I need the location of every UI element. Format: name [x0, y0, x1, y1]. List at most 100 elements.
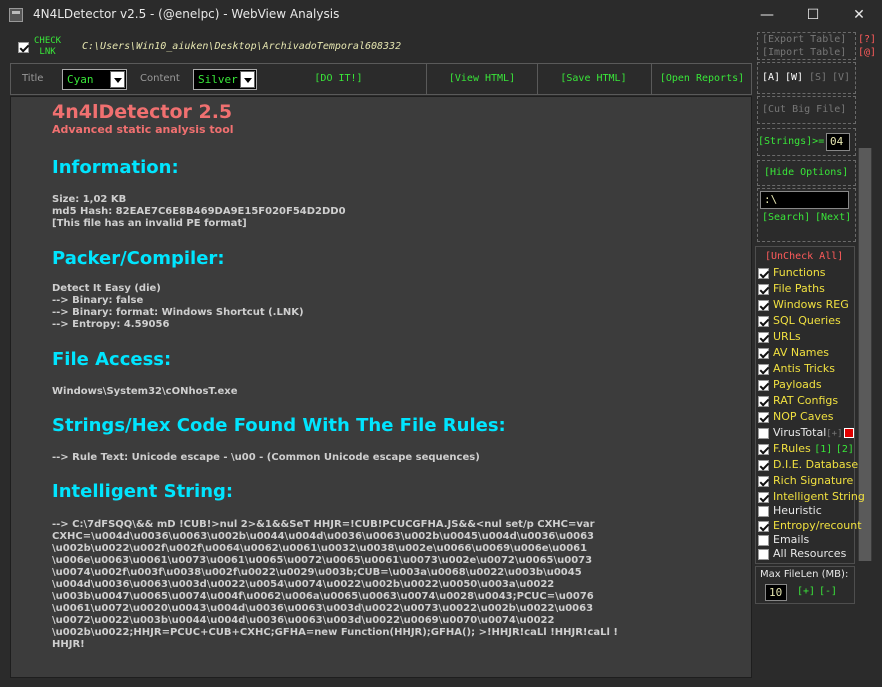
max-filelen-plus-button[interactable]: [+]	[797, 586, 815, 597]
option-checkbox[interactable]	[758, 379, 769, 391]
packer-line: --> Binary: false	[52, 295, 144, 306]
window-title: 4N4LDetector v2.5 - (@enelpc) - WebView …	[33, 7, 340, 21]
intelligent-string-line: \u0072\u0022\u003b\u0044\u004d\u0036\u00…	[52, 615, 555, 626]
search-button[interactable]: [Search]	[762, 212, 810, 223]
app-icon	[9, 8, 23, 22]
option-label: Antis Tricks	[773, 362, 835, 375]
option-checkbox[interactable]	[758, 347, 769, 359]
option-checkbox[interactable]	[758, 475, 769, 487]
report-webview[interactable]: 4n4lDetector 2.5 Advanced static analysi…	[10, 96, 752, 678]
option-checkbox[interactable]	[758, 395, 769, 407]
intelligent-string-line: HHJR!	[52, 639, 85, 650]
option-payloads[interactable]: Payloads	[758, 377, 822, 393]
option-checkbox[interactable]	[758, 520, 769, 532]
intelligent-string-line: \u003b\u0047\u0065\u0074\u004f\u0062\u00…	[52, 591, 594, 602]
option-label: F.Rules	[773, 442, 811, 455]
option-checkbox[interactable]	[758, 299, 769, 311]
intelligent-string-line: --> C:\7dFSQQ\&& mD !CUB!>nul 2>&1&&SeT …	[52, 519, 595, 530]
path-bar: CHECK LNK C:\Users\Win10_aiuken\Desktop\…	[0, 31, 752, 63]
report-title: 4n4lDetector 2.5	[52, 101, 233, 123]
option-checkbox[interactable]	[758, 411, 769, 423]
v-toggle[interactable]: [V]	[832, 72, 850, 83]
cut-big-file-button[interactable]: [Cut Big File]	[762, 104, 846, 115]
at-button[interactable]: [@]	[858, 47, 876, 58]
option-all-resources[interactable]: All Resources	[758, 546, 846, 562]
help-button[interactable]: [?]	[858, 34, 876, 45]
import-table-button[interactable]: [Import Table]	[762, 47, 846, 58]
option-functions[interactable]: Functions	[758, 265, 826, 281]
chevron-down-icon[interactable]	[110, 71, 125, 88]
title-color-select[interactable]: Cyan	[62, 69, 127, 90]
max-filelen-minus-button[interactable]: [-]	[819, 586, 837, 597]
save-html-button[interactable]: [Save HTML]	[538, 64, 649, 94]
option-f-rules[interactable]: F.Rules [1] [2]	[758, 441, 854, 457]
option-checkbox[interactable]	[758, 267, 769, 279]
option-rich-signature[interactable]: Rich Signature	[758, 473, 853, 489]
strings-threshold-input[interactable]: 04	[826, 133, 850, 151]
option-checkbox[interactable]	[758, 443, 769, 455]
max-filelen-label: Max FileLen (MB):	[760, 569, 849, 580]
option-label: AV Names	[773, 346, 830, 359]
maximize-button[interactable]: ☐	[790, 0, 836, 31]
information-heading: Information:	[52, 157, 179, 178]
option-checkbox[interactable]	[758, 534, 769, 546]
do-it-button[interactable]: [DO IT!]	[269, 64, 408, 94]
a-toggle[interactable]: [A]	[762, 72, 780, 83]
content-color-select[interactable]: Silver	[193, 69, 257, 90]
intelligent-string-line: \u004d\u0036\u0063\u003d\u0022\u0054\u00…	[52, 579, 555, 590]
open-reports-button[interactable]: [Open Reports]	[652, 64, 752, 94]
option-sql-queries[interactable]: SQL Queries	[758, 313, 841, 329]
f-rules-1-button[interactable]: [1]	[814, 444, 832, 455]
option-checkbox[interactable]	[758, 491, 769, 503]
option-label: RAT Configs	[773, 394, 839, 407]
option-checkbox[interactable]	[758, 427, 769, 439]
option-checkbox[interactable]	[758, 548, 769, 560]
option-windows-reg[interactable]: Windows REG	[758, 297, 849, 313]
check-lnk-checkbox[interactable]	[18, 42, 29, 53]
intelligent-string-line: \u0074\u002f\u003f\u0038\u002f\u0022\u00…	[52, 567, 582, 578]
check-lnk-label[interactable]: CHECK LNK	[34, 36, 61, 58]
option-antis-tricks[interactable]: Antis Tricks	[758, 361, 835, 377]
view-html-button[interactable]: [View HTML]	[427, 64, 537, 94]
option-nop-caves[interactable]: NOP Caves	[758, 409, 833, 425]
option-file-paths[interactable]: File Paths	[758, 281, 825, 297]
option-checkbox[interactable]	[758, 363, 769, 375]
option-checkbox[interactable]	[758, 315, 769, 327]
w-toggle[interactable]: [W]	[785, 72, 803, 83]
option-label: Intelligent String	[773, 490, 865, 503]
next-button[interactable]: [Next]	[815, 212, 851, 223]
virustotal-plus-button[interactable]: [+]	[826, 429, 842, 439]
file-path: C:\Users\Win10_aiuken\Desktop\ArchivadoT…	[82, 41, 402, 52]
option-heuristic[interactable]: Heuristic	[758, 503, 822, 519]
intelligent-string-line: \u002b\u0022\u002f\u002f\u0064\u0062\u00…	[52, 543, 588, 554]
option-av-names[interactable]: AV Names	[758, 345, 829, 361]
s-toggle[interactable]: [S]	[809, 72, 827, 83]
option-checkbox[interactable]	[758, 505, 769, 517]
option-urls[interactable]: URLs	[758, 329, 801, 345]
option-rat-configs[interactable]: RAT Configs	[758, 393, 838, 409]
max-filelen-input[interactable]: 10	[765, 584, 787, 601]
option-die-database[interactable]: D.I.E. Database	[758, 457, 858, 473]
option-checkbox[interactable]	[758, 331, 769, 343]
uncheck-all-button[interactable]: [UnCheck All]	[765, 251, 843, 262]
packer-line: --> Entropy: 4.59056	[52, 319, 170, 330]
option-virustotal[interactable]: VirusTotal[+]	[758, 425, 854, 441]
option-checkbox[interactable]	[758, 459, 769, 471]
option-label: File Paths	[773, 282, 825, 295]
chevron-down-icon[interactable]	[240, 71, 255, 88]
max-filelen-box: Max FileLen (MB): 10 [+] [-]	[755, 566, 855, 604]
export-table-button[interactable]: [Export Table]	[762, 34, 846, 45]
report-content: 4n4lDetector 2.5 Advanced static analysi…	[52, 101, 742, 651]
option-label: Heuristic	[773, 504, 822, 517]
f-rules-2-button[interactable]: [2]	[836, 444, 854, 455]
minimize-button[interactable]: —	[744, 0, 790, 31]
option-label: Rich Signature	[773, 474, 854, 487]
intelligent-string-line: \u0061\u0072\u0020\u0043\u004d\u0036\u00…	[52, 603, 594, 614]
title-color-label: Title	[22, 73, 44, 84]
close-button[interactable]: ✕	[836, 0, 882, 31]
option-checkbox[interactable]	[758, 283, 769, 295]
option-label: Windows REG	[773, 298, 849, 311]
title-bar: 4N4LDetector v2.5 - (@enelpc) - WebView …	[0, 0, 882, 31]
hide-options-button[interactable]: [Hide Options]	[764, 167, 848, 178]
search-input[interactable]: :\	[760, 191, 849, 209]
